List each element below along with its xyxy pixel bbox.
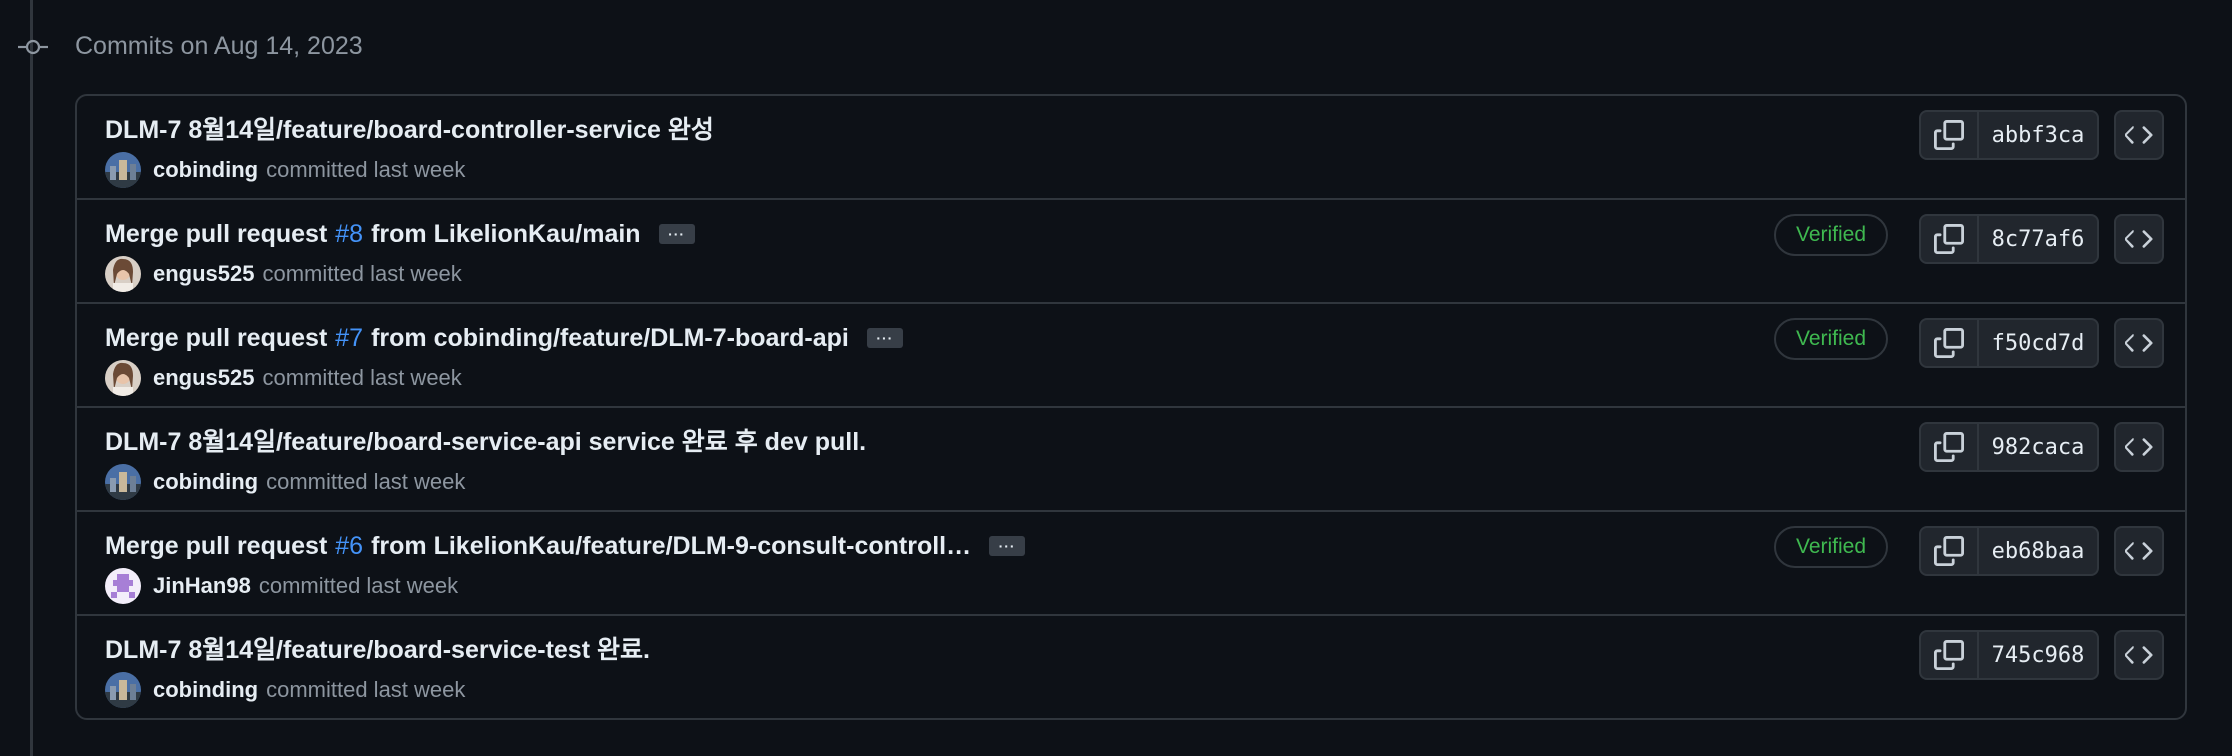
commit-sha-link[interactable]: f50cd7d (1979, 320, 2097, 366)
pull-request-link[interactable]: #6 (335, 526, 363, 566)
commit-message-suffix[interactable]: from LikelionKau/feature/DLM-9-consult-c… (371, 526, 971, 566)
commit-sha-group: abbf3ca (1919, 110, 2099, 160)
commit-time: committed last week (262, 365, 462, 390)
copy-icon[interactable] (1921, 216, 1979, 262)
commit-sha-group: 982caca (1919, 422, 2099, 472)
commit-row: DLM-7 8월14일/feature/board-controller-ser… (77, 96, 2185, 200)
commit-message[interactable]: DLM-7 8월14일/feature/board-service-api se… (105, 422, 866, 462)
code-icon[interactable] (2114, 318, 2164, 368)
commit-row: DLM-7 8월14일/feature/board-service-test 완… (77, 616, 2185, 718)
commit-row: Merge pull request #6 from LikelionKau/fea… (77, 512, 2185, 616)
commit-message-text[interactable]: Merge pull request (105, 318, 327, 358)
commit-sha-link[interactable]: 982caca (1979, 424, 2097, 470)
commits-page: Commits on Aug 14, 2023 DLM-7 8월14일/feat… (0, 0, 2232, 756)
ellipsis-icon[interactable]: ··· (989, 536, 1026, 556)
commit-sha-link[interactable]: eb68baa (1979, 528, 2097, 574)
ellipsis-icon[interactable]: ··· (658, 224, 695, 244)
avatar[interactable] (105, 568, 141, 604)
avatar[interactable] (105, 152, 141, 188)
git-commit-icon (18, 39, 48, 55)
pull-request-link[interactable]: #7 (335, 318, 363, 358)
author-link[interactable]: cobinding (153, 469, 258, 495)
commit-meta: engus525 committed last week (105, 255, 462, 293)
commit-sha-group: eb68baa (1919, 526, 2099, 576)
copy-icon[interactable] (1921, 632, 1979, 678)
commit-list: DLM-7 8월14일/feature/board-controller-ser… (75, 94, 2187, 720)
commit-group-date: Commits on Aug 14, 2023 (75, 32, 363, 60)
commit-sha-link[interactable]: 8c77af6 (1979, 216, 2097, 262)
commit-row: Merge pull request #8 from LikelionKau/mai… (77, 200, 2185, 304)
verified-badge[interactable]: Verified (1774, 318, 1889, 360)
author-link[interactable]: engus525 (153, 365, 255, 391)
commit-message-suffix[interactable]: from cobinding/feature/DLM-7-board-api (371, 318, 849, 358)
avatar[interactable] (105, 360, 141, 396)
avatar[interactable] (105, 672, 141, 708)
commit-sha-group: f50cd7d (1919, 318, 2099, 368)
commit-sha-link[interactable]: abbf3ca (1979, 112, 2097, 158)
avatar[interactable] (105, 464, 141, 500)
commit-sha-group: 745c968 (1919, 630, 2099, 680)
ellipsis-icon[interactable]: ··· (866, 328, 903, 348)
commit-message-suffix[interactable]: from LikelionKau/main (371, 214, 640, 254)
commit-row: DLM-7 8월14일/feature/board-service-api se… (77, 408, 2185, 512)
commit-message-text[interactable]: Merge pull request (105, 526, 327, 566)
copy-icon[interactable] (1921, 320, 1979, 366)
commit-time: committed last week (266, 469, 466, 494)
code-icon[interactable] (2114, 110, 2164, 160)
timeline-line (30, 0, 33, 756)
commit-message-text[interactable]: DLM-7 8월14일/feature/board-service-test 완… (105, 630, 650, 670)
code-icon[interactable] (2114, 214, 2164, 264)
commit-meta: cobinding committed last week (105, 463, 465, 501)
author-link[interactable]: cobinding (153, 677, 258, 703)
commit-meta: cobinding committed last week (105, 671, 465, 709)
code-icon[interactable] (2114, 630, 2164, 680)
commit-meta: cobinding committed last week (105, 151, 465, 189)
commit-meta: JinHan98 committed last week (105, 567, 458, 605)
commit-row: Merge pull request #7 from cobinding/featu… (77, 304, 2185, 408)
commit-message-text[interactable]: DLM-7 8월14일/feature/board-controller-ser… (105, 110, 714, 150)
copy-icon[interactable] (1921, 424, 1979, 470)
commit-time: committed last week (258, 573, 459, 598)
commit-sha-link[interactable]: 745c968 (1979, 632, 2097, 678)
verified-badge[interactable]: Verified (1774, 526, 1889, 568)
copy-icon[interactable] (1921, 112, 1979, 158)
copy-icon[interactable] (1921, 528, 1979, 574)
verified-badge[interactable]: Verified (1774, 214, 1889, 256)
commit-message[interactable]: Merge pull request #8 from LikelionKau/mai… (105, 214, 695, 254)
commit-message[interactable]: Merge pull request #6 from LikelionKau/fea… (105, 526, 1026, 566)
commit-time: committed last week (262, 261, 462, 286)
pull-request-link[interactable]: #8 (335, 214, 363, 254)
commit-message[interactable]: Merge pull request #7 from cobinding/featu… (105, 318, 903, 358)
commit-message[interactable]: DLM-7 8월14일/feature/board-controller-ser… (105, 110, 714, 150)
code-icon[interactable] (2114, 526, 2164, 576)
author-link[interactable]: engus525 (153, 261, 255, 287)
commit-sha-group: 8c77af6 (1919, 214, 2099, 264)
avatar[interactable] (105, 256, 141, 292)
author-link[interactable]: cobinding (153, 157, 258, 183)
author-link[interactable]: JinHan98 (153, 573, 251, 599)
commit-meta: engus525 committed last week (105, 359, 462, 397)
commit-message[interactable]: DLM-7 8월14일/feature/board-service-test 완… (105, 630, 650, 670)
commit-message-text[interactable]: Merge pull request (105, 214, 327, 254)
commit-time: committed last week (266, 157, 466, 182)
code-icon[interactable] (2114, 422, 2164, 472)
commit-time: committed last week (266, 677, 466, 702)
commit-message-text[interactable]: DLM-7 8월14일/feature/board-service-api se… (105, 422, 866, 462)
